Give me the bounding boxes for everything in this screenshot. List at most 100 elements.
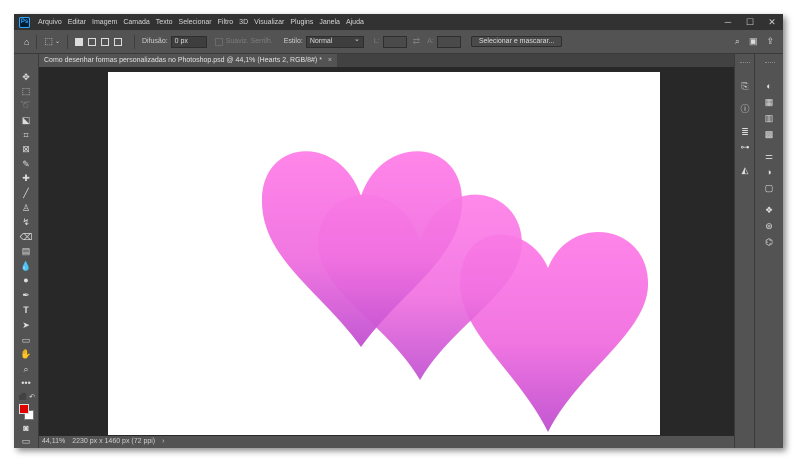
height-input[interactable]	[436, 35, 461, 48]
marquee-icon[interactable]: ⬚	[44, 36, 53, 47]
swap-colors-icon[interactable]: ↶	[24, 391, 40, 404]
divider	[133, 34, 135, 49]
feather-input[interactable]: 0 px	[170, 35, 207, 48]
width-input[interactable]	[382, 35, 407, 48]
status-bar: 44,11% 2230 px x 1460 px (72 ppi) ›	[39, 436, 734, 448]
menu-arquivo[interactable]: Arquivo	[35, 19, 65, 26]
feather-label: Difusão:	[141, 38, 168, 45]
object-selection-tool-icon[interactable]: ⬕	[18, 114, 34, 127]
menu-camada[interactable]: Camada	[120, 19, 152, 26]
chevron-down-icon[interactable]: ⌄	[55, 38, 60, 45]
swatches-panel-icon[interactable]: ▦	[761, 96, 777, 109]
panel-dock-1: ⎘ ⓘ ≣ ⊶ ◭	[734, 54, 754, 448]
document-tab[interactable]: Como desenhar formas personalizadas no P…	[39, 54, 338, 67]
color-panel-icon[interactable]: ◐	[761, 80, 777, 93]
channels-panel-icon[interactable]: ⊛	[761, 220, 777, 233]
photoshop-window: Ps Arquivo Editar Imagem Camada Texto Se…	[14, 14, 783, 448]
move-tool-icon[interactable]: ✥	[18, 71, 34, 84]
maximize-icon[interactable]: ☐	[739, 14, 761, 30]
panel-grip[interactable]	[740, 62, 750, 64]
layers-panel-icon[interactable]: ❖	[761, 204, 777, 217]
crop-tool-icon[interactable]: ⌗	[18, 129, 34, 142]
path-selection-tool-icon[interactable]: ➤	[18, 319, 34, 332]
search-icon[interactable]: ⌕	[735, 36, 740, 47]
share-icon[interactable]: ⇪	[766, 36, 774, 47]
healing-brush-tool-icon[interactable]: ✚	[18, 172, 34, 185]
history-brush-tool-icon[interactable]: ↯	[18, 216, 34, 229]
paths-panel-icon[interactable]: ⌬	[761, 236, 777, 249]
styles-panel-icon[interactable]: ◑	[761, 166, 777, 179]
subtract-selection-icon[interactable]	[100, 37, 109, 46]
workspace-icon[interactable]: ▣	[749, 36, 758, 47]
options-right: ⌕ ▣ ⇪	[735, 36, 783, 47]
options-bar: ⌂ ⬚ ⌄ Difusão: 0 px Suaviz. Serrilh. Est…	[14, 30, 783, 54]
close-tab-icon[interactable]: ×	[328, 54, 332, 67]
rectangular-marquee-tool-icon[interactable]: ⬚	[18, 85, 34, 98]
intersect-selection-icon[interactable]	[113, 37, 122, 46]
divider	[66, 34, 68, 49]
blur-tool-icon[interactable]: 💧	[18, 260, 34, 273]
brush-settings-icon[interactable]: ≣	[737, 126, 753, 139]
menu-imagem[interactable]: Imagem	[89, 19, 120, 26]
antialias-checkbox[interactable]	[214, 37, 223, 46]
menu-bar: Ps Arquivo Editar Imagem Camada Texto Se…	[14, 14, 783, 30]
hearts-artwork[interactable]	[108, 72, 660, 435]
dodge-tool-icon[interactable]: ●	[18, 274, 34, 287]
properties-panel-icon[interactable]: ◭	[737, 164, 753, 177]
gradients-panel-icon[interactable]: ▥	[761, 112, 777, 125]
history-panel-icon[interactable]: ⎘	[737, 80, 753, 93]
adjustments-panel-icon[interactable]: ⚌	[761, 150, 777, 163]
select-and-mask-button[interactable]: Selecionar e mascarar...	[470, 36, 563, 47]
document-dimensions: 2230 px x 1460 px (72 ppi)	[72, 438, 156, 445]
menu-3d[interactable]: 3D	[236, 19, 251, 26]
patterns-panel-icon[interactable]: ▩	[761, 128, 777, 141]
brush-tool-icon[interactable]: ╱	[18, 187, 34, 200]
menu-texto[interactable]: Texto	[153, 19, 176, 26]
minimize-icon[interactable]: ─	[717, 14, 739, 30]
foreground-color-swatch[interactable]	[19, 404, 29, 414]
eraser-tool-icon[interactable]: ⌫	[18, 231, 34, 244]
libraries-panel-icon[interactable]: ▢	[761, 182, 777, 195]
menu-filtro[interactable]: Filtro	[215, 19, 237, 26]
type-tool-icon[interactable]: T	[18, 304, 34, 317]
swap-icon[interactable]: ⇄	[413, 36, 421, 47]
document-tab-bar: Como desenhar formas personalizadas no P…	[39, 54, 734, 67]
frame-tool-icon[interactable]: ⊠	[18, 143, 34, 156]
window-controls: ─ ☐ ✕	[717, 14, 783, 30]
menu-visualizar[interactable]: Visualizar	[251, 19, 287, 26]
more-tools-icon[interactable]: •••	[18, 377, 34, 390]
new-selection-icon[interactable]	[74, 37, 83, 46]
rectangle-tool-icon[interactable]: ▭	[18, 334, 34, 347]
menu-editar[interactable]: Editar	[65, 19, 89, 26]
hand-tool-icon[interactable]: ✋	[18, 348, 34, 361]
info-panel-icon[interactable]: ⓘ	[737, 103, 753, 116]
document-tab-title: Como desenhar formas personalizadas no P…	[44, 57, 322, 64]
screen-mode-icon[interactable]: ▭	[18, 435, 34, 448]
menu-janela[interactable]: Janela	[316, 19, 343, 26]
lasso-tool-icon[interactable]: ➰	[18, 99, 34, 112]
status-more-icon[interactable]: ›	[162, 436, 164, 448]
adjust-panel-icon[interactable]: ⊶	[737, 141, 753, 154]
eyedropper-tool-icon[interactable]: ✎	[18, 158, 34, 171]
home-icon[interactable]: ⌂	[24, 37, 29, 47]
style-select[interactable]: Normal	[305, 35, 364, 48]
add-selection-icon[interactable]	[87, 37, 96, 46]
pen-tool-icon[interactable]: ✒	[18, 289, 34, 302]
gradient-tool-icon[interactable]: ▤	[18, 245, 34, 258]
height-label: A:	[427, 38, 434, 45]
panel-grip[interactable]	[765, 62, 775, 64]
zoom-level[interactable]: 44,11%	[42, 436, 65, 448]
document-canvas[interactable]	[108, 72, 660, 435]
photoshop-logo-icon[interactable]: Ps	[19, 16, 30, 28]
quick-mask-icon[interactable]: ◙	[18, 422, 34, 435]
width-label: L:	[373, 38, 380, 45]
canvas-area[interactable]	[39, 67, 734, 436]
close-icon[interactable]: ✕	[761, 14, 783, 30]
menu-selecionar[interactable]: Selecionar	[176, 19, 215, 26]
clone-stamp-tool-icon[interactable]: ♙	[18, 202, 34, 215]
zoom-tool-icon[interactable]: ⌕	[18, 363, 34, 376]
tools-panel: ✥ ⬚ ➰ ⬕ ⌗ ⊠ ✎ ✚ ╱ ♙ ↯ ⌫ ▤ 💧 ● ✒ T ➤ ▭ ✋ …	[14, 54, 39, 448]
menu-plugins[interactable]: Plugins	[287, 19, 316, 26]
menu-ajuda[interactable]: Ajuda	[343, 19, 367, 26]
style-label: Estilo:	[283, 38, 303, 45]
